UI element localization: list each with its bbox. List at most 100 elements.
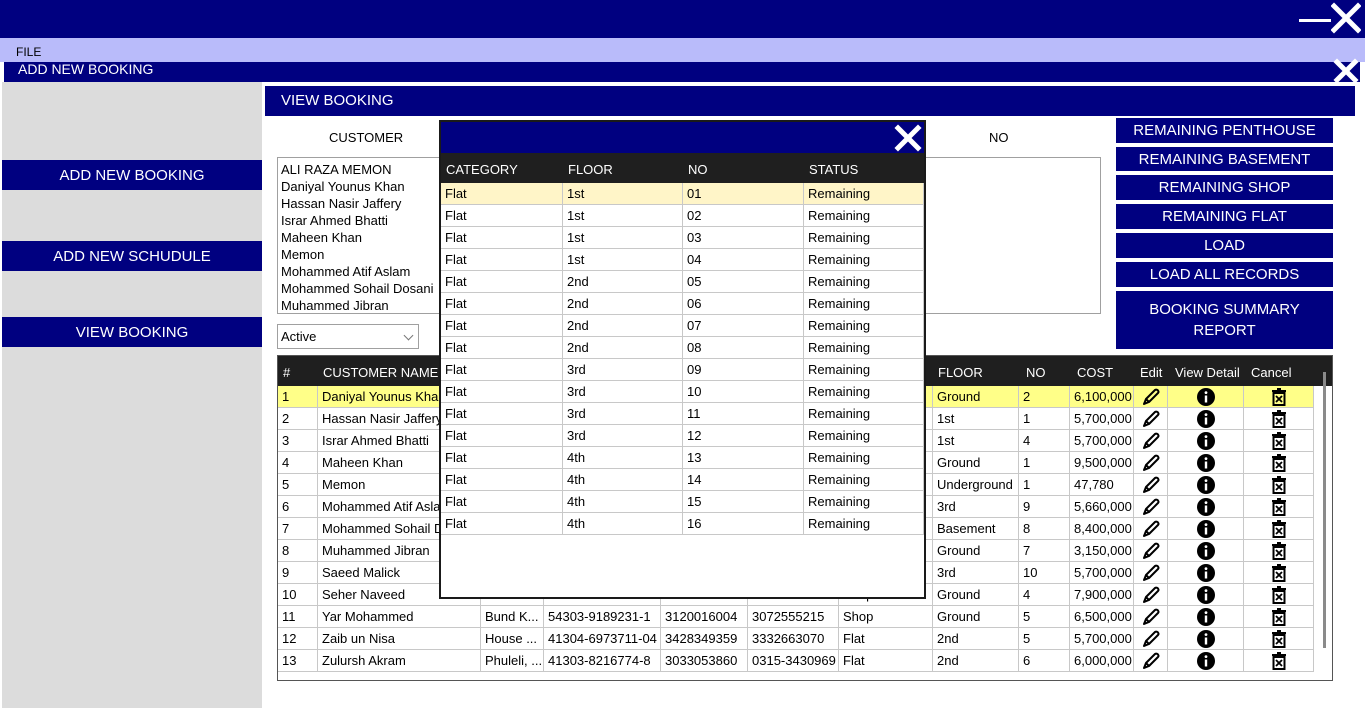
list-item[interactable]: Hassan Nasir Jaffery bbox=[281, 196, 401, 211]
cancel-button[interactable] bbox=[1244, 386, 1314, 408]
remaining-flat-button[interactable]: REMAINING FLAT bbox=[1116, 204, 1333, 229]
table-row[interactable]: Flat 2nd 08 Remaining bbox=[441, 337, 924, 359]
trash-icon bbox=[1271, 542, 1287, 560]
column-header-edit: Edit bbox=[1140, 365, 1163, 380]
view-detail-button[interactable] bbox=[1168, 584, 1244, 606]
table-row[interactable]: Flat 2nd 06 Remaining bbox=[441, 293, 924, 315]
view-detail-button[interactable] bbox=[1168, 628, 1244, 650]
trash-icon bbox=[1271, 608, 1287, 626]
edit-button[interactable] bbox=[1134, 430, 1168, 452]
sidebar-item-view-booking[interactable]: VIEW BOOKING bbox=[2, 317, 262, 347]
table-row[interactable]: Flat 2nd 07 Remaining bbox=[441, 315, 924, 337]
table-row[interactable]: Flat 3rd 10 Remaining bbox=[441, 381, 924, 403]
list-item[interactable]: Maheen Khan bbox=[281, 230, 362, 245]
list-item[interactable]: Memon bbox=[281, 247, 324, 262]
edit-button[interactable] bbox=[1134, 628, 1168, 650]
edit-button[interactable] bbox=[1134, 474, 1168, 496]
close-icon[interactable] bbox=[1333, 58, 1359, 84]
table-row[interactable]: Flat 3rd 11 Remaining bbox=[441, 403, 924, 425]
view-detail-button[interactable] bbox=[1168, 430, 1244, 452]
cell-phone2: 3332663070 bbox=[748, 628, 839, 650]
trash-icon bbox=[1271, 410, 1287, 428]
view-detail-button[interactable] bbox=[1168, 474, 1244, 496]
view-detail-button[interactable] bbox=[1168, 606, 1244, 628]
table-row[interactable]: Flat 1st 02 Remaining bbox=[441, 205, 924, 227]
cancel-button[interactable] bbox=[1244, 518, 1314, 540]
list-item[interactable]: ALI RAZA MEMON bbox=[281, 162, 392, 177]
view-detail-button[interactable] bbox=[1168, 452, 1244, 474]
table-row[interactable]: Flat 3rd 09 Remaining bbox=[441, 359, 924, 381]
list-item[interactable]: Mohammed Atif Aslam bbox=[281, 264, 410, 279]
cancel-button[interactable] bbox=[1244, 606, 1314, 628]
table-row[interactable]: Flat 1st 03 Remaining bbox=[441, 227, 924, 249]
list-item[interactable]: Daniyal Younus Khan bbox=[281, 179, 405, 194]
list-item[interactable]: Muhammed Jibran bbox=[281, 298, 389, 313]
edit-button[interactable] bbox=[1134, 650, 1168, 672]
cancel-button[interactable] bbox=[1244, 496, 1314, 518]
cancel-button[interactable] bbox=[1244, 430, 1314, 452]
pencil-icon bbox=[1141, 519, 1161, 539]
edit-button[interactable] bbox=[1134, 562, 1168, 584]
cancel-button[interactable] bbox=[1244, 650, 1314, 672]
cancel-button[interactable] bbox=[1244, 628, 1314, 650]
edit-button[interactable] bbox=[1134, 606, 1168, 628]
remaining-basement-button[interactable]: REMAINING BASEMENT bbox=[1116, 147, 1333, 171]
cell-num: 12 bbox=[278, 628, 318, 650]
minimize-icon[interactable] bbox=[1299, 2, 1333, 34]
view-detail-button[interactable] bbox=[1168, 540, 1244, 562]
table-row[interactable]: Flat 2nd 05 Remaining bbox=[441, 271, 924, 293]
load-all-records-button[interactable]: LOAD ALL RECORDS bbox=[1116, 262, 1333, 287]
view-detail-button[interactable] bbox=[1168, 408, 1244, 430]
table-row[interactable]: 12 Zaib un Nisa House ... 41304-6973711-04 3… bbox=[278, 628, 1314, 650]
edit-button[interactable] bbox=[1134, 386, 1168, 408]
cell-num: 13 bbox=[278, 650, 318, 672]
menu-file[interactable]: FILE bbox=[16, 45, 41, 59]
booking-summary-report-button[interactable]: BOOKING SUMMARY REPORT bbox=[1116, 291, 1333, 349]
list-item[interactable]: Israr Ahmed Bhatti bbox=[281, 213, 388, 228]
trash-icon bbox=[1271, 586, 1287, 604]
table-row[interactable]: Flat 3rd 12 Remaining bbox=[441, 425, 924, 447]
table-row[interactable]: Flat 4th 14 Remaining bbox=[441, 469, 924, 491]
cell-no: 1 bbox=[1019, 408, 1070, 430]
sidebar-item-add-new-booking[interactable]: ADD NEW BOOKING bbox=[2, 160, 262, 190]
cancel-button[interactable] bbox=[1244, 408, 1314, 430]
table-row[interactable]: Flat 4th 15 Remaining bbox=[441, 491, 924, 513]
status-dropdown[interactable]: Active bbox=[277, 324, 419, 349]
table-row[interactable]: Flat 1st 04 Remaining bbox=[441, 249, 924, 271]
cancel-button[interactable] bbox=[1244, 540, 1314, 562]
list-item[interactable]: Mohammed Sohail Dosani bbox=[281, 281, 433, 296]
edit-button[interactable] bbox=[1134, 496, 1168, 518]
edit-button[interactable] bbox=[1134, 584, 1168, 606]
edit-button[interactable] bbox=[1134, 408, 1168, 430]
cancel-button[interactable] bbox=[1244, 584, 1314, 606]
view-detail-button[interactable] bbox=[1168, 562, 1244, 584]
close-icon[interactable] bbox=[1330, 2, 1362, 34]
edit-button[interactable] bbox=[1134, 540, 1168, 562]
view-detail-button[interactable] bbox=[1168, 650, 1244, 672]
cell-floor: 1st bbox=[563, 249, 683, 271]
table-row[interactable]: Flat 1st 01 Remaining bbox=[441, 183, 924, 205]
cell-floor: 2nd bbox=[563, 271, 683, 293]
view-detail-button[interactable] bbox=[1168, 518, 1244, 540]
edit-button[interactable] bbox=[1134, 518, 1168, 540]
table-row[interactable]: Flat 4th 16 Remaining bbox=[441, 513, 924, 535]
view-detail-button[interactable] bbox=[1168, 386, 1244, 408]
table-row[interactable]: 11 Yar Mohammed Bund K... 54303-9189231-1 31… bbox=[278, 606, 1314, 628]
close-icon[interactable] bbox=[894, 124, 922, 152]
sidebar-item-add-new-schudule[interactable]: ADD NEW SCHUDULE bbox=[2, 241, 262, 271]
cancel-button[interactable] bbox=[1244, 474, 1314, 496]
view-detail-button[interactable] bbox=[1168, 496, 1244, 518]
table-row[interactable]: 13 Zulursh Akram Phuleli, ... 41303-8216774… bbox=[278, 650, 1314, 672]
edit-button[interactable] bbox=[1134, 452, 1168, 474]
scrollbar[interactable] bbox=[1323, 372, 1326, 648]
remaining-penthouse-button[interactable]: REMAINING PENTHOUSE bbox=[1116, 118, 1333, 143]
cell-category: Flat bbox=[441, 359, 563, 381]
table-row[interactable]: Flat 4th 13 Remaining bbox=[441, 447, 924, 469]
remaining-shop-button[interactable]: REMAINING SHOP bbox=[1116, 175, 1333, 200]
cell-no: 1 bbox=[1019, 452, 1070, 474]
load-button[interactable]: LOAD bbox=[1116, 233, 1333, 258]
cancel-button[interactable] bbox=[1244, 452, 1314, 474]
cancel-button[interactable] bbox=[1244, 562, 1314, 584]
cell-cost: 7,900,000 bbox=[1070, 584, 1134, 606]
cell-cost: 5,700,000 bbox=[1070, 408, 1134, 430]
